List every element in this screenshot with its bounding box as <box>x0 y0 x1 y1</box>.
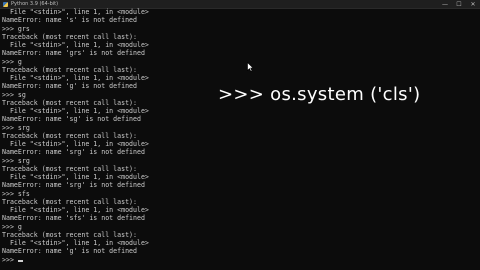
minimize-button[interactable]: — <box>438 0 452 9</box>
console-line: Traceback (most recent call last): <box>2 164 137 173</box>
mouse-pointer-icon <box>247 62 254 72</box>
console-line: >>> g <box>2 57 22 66</box>
console-line: File "<stdin>", line 1, in <module> <box>2 206 149 214</box>
text-cursor <box>17 260 23 262</box>
console-line: NameError: name 'grs' is not defined <box>2 49 145 58</box>
console-line: Traceback (most recent call last): <box>2 98 137 107</box>
console-line: >>> grs <box>2 24 30 33</box>
console-line: File "<stdin>", line 1, in <module> <box>2 239 149 247</box>
console-line: >>> srg <box>2 123 30 132</box>
console-line: >>> sg <box>2 90 26 99</box>
console-line: Traceback (most recent call last): <box>2 230 137 239</box>
console-line: File "<stdin>", line 1, in <module> <box>2 8 149 16</box>
python-icon <box>3 2 8 7</box>
close-button[interactable]: ✕ <box>466 0 480 9</box>
console-line: Traceback (most recent call last): <box>2 131 137 140</box>
console-line: NameError: name 's' is not defined <box>2 16 137 25</box>
console-line: >>> srg <box>2 156 30 165</box>
window-title: Python 3.9 (64-bit) <box>11 1 59 7</box>
input-prompt-line[interactable]: >>> <box>2 256 202 264</box>
console-line: Traceback (most recent call last): <box>2 197 137 206</box>
console-line: Traceback (most recent call last): <box>2 32 137 41</box>
console-line: NameError: name 'g' is not defined <box>2 247 137 256</box>
console-line: NameError: name 'srg' is not defined <box>2 148 145 157</box>
console-line: File "<stdin>", line 1, in <module> <box>2 74 149 82</box>
console-line: NameError: name 'sg' is not defined <box>2 115 141 124</box>
console-line: >>> sfs <box>2 189 30 198</box>
console-output[interactable]: File "<stdin>", line 1, in <module> NameE… <box>2 8 202 270</box>
maximize-button[interactable]: ☐ <box>452 0 466 9</box>
prompt: >>> <box>2 255 14 264</box>
overlay-command-text: >>> os.system ('cls') <box>218 84 421 105</box>
console-line: File "<stdin>", line 1, in <module> <box>2 140 149 148</box>
console-line: NameError: name 'sfs' is not defined <box>2 214 145 223</box>
console-line: NameError: name 'g' is not defined <box>2 82 137 91</box>
console-line: >>> g <box>2 222 22 231</box>
console-line: File "<stdin>", line 1, in <module> <box>2 107 149 115</box>
console-line: Traceback (most recent call last): <box>2 65 137 74</box>
console-line: NameError: name 'srg' is not defined <box>2 181 145 190</box>
console-line: File "<stdin>", line 1, in <module> <box>2 41 149 49</box>
console-line: File "<stdin>", line 1, in <module> <box>2 173 149 181</box>
